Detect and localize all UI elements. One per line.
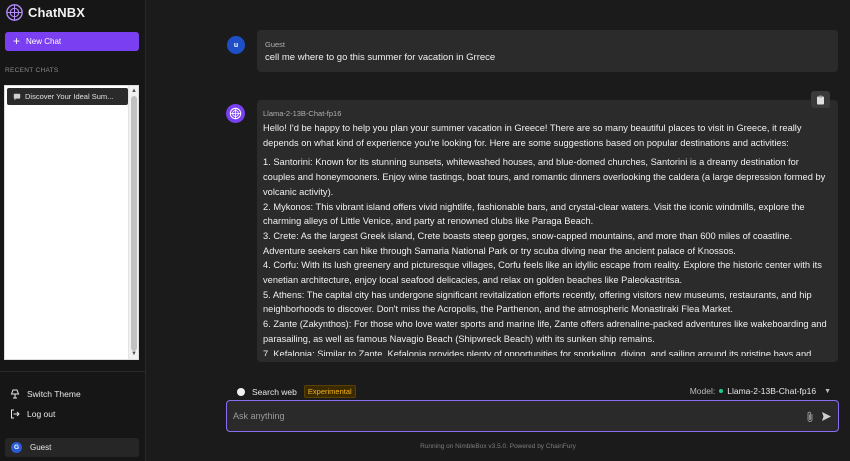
switch-theme-button[interactable]: Switch Theme bbox=[10, 389, 81, 399]
user-name: Guest bbox=[30, 443, 52, 452]
chat-bubble-icon bbox=[13, 93, 21, 100]
chat-area: u Guest cell me where to go this summer … bbox=[146, 0, 850, 461]
logout-label: Log out bbox=[27, 409, 56, 419]
avatar: G bbox=[11, 442, 22, 453]
new-chat-button[interactable]: + New Chat bbox=[5, 32, 139, 51]
toggle-switch[interactable] bbox=[237, 387, 245, 396]
logout-button[interactable]: Log out bbox=[10, 409, 55, 419]
list-item: 1. Santorini: Known for its stunning sun… bbox=[263, 157, 826, 197]
list-item: 2. Mykonos: This vibrant island offers v… bbox=[263, 201, 805, 227]
list-item: 6. Zante (Zakynthos): For those who love… bbox=[263, 319, 827, 344]
user-avatar: u bbox=[227, 36, 245, 54]
list-item: 4. Corfu: With its lush greenery and pic… bbox=[263, 260, 822, 286]
message-composer bbox=[226, 400, 839, 432]
experimental-badge: Experimental bbox=[303, 385, 356, 398]
list-item: 7. Kefalonia: Similar to Zante, Kefaloni… bbox=[263, 348, 812, 356]
user-message: Guest cell me where to go this summer fo… bbox=[257, 30, 838, 72]
model-name: Llama-2-13B-Chat-fp16 bbox=[727, 386, 817, 396]
status-dot-icon bbox=[719, 389, 724, 393]
user-sender-name: Guest bbox=[265, 40, 286, 49]
bot-message-text: Hello! I'd be happy to help you plan you… bbox=[263, 121, 828, 356]
bot-sender-name: Llama-2-13B-Chat-fp16 bbox=[263, 109, 342, 118]
app-name: ChatNBX bbox=[28, 5, 86, 20]
switch-theme-label: Switch Theme bbox=[27, 389, 81, 399]
message-input[interactable] bbox=[233, 407, 803, 425]
recent-chat-item[interactable]: Discover Your Ideal Sum... bbox=[7, 88, 128, 105]
copy-button[interactable] bbox=[811, 91, 830, 108]
recent-chats-heading: RECENT CHATS bbox=[5, 67, 59, 74]
user-profile[interactable]: G Guest bbox=[5, 438, 139, 457]
bot-intro: Hello! I'd be happy to help you plan you… bbox=[263, 123, 802, 148]
clipboard-icon bbox=[817, 95, 824, 104]
sidebar-divider bbox=[0, 371, 146, 372]
send-icon[interactable] bbox=[821, 411, 832, 422]
logout-icon bbox=[11, 409, 20, 419]
list-item: 5. Athens: The capital city has undergon… bbox=[263, 289, 812, 315]
sidebar: ChatNBX + New Chat RECENT CHATS Discover… bbox=[0, 0, 146, 461]
paperclip-icon[interactable] bbox=[805, 411, 815, 423]
new-chat-label: New Chat bbox=[26, 37, 62, 46]
list-item: 3. Crete: As the largest Greek island, C… bbox=[263, 230, 793, 256]
recent-chats-list[interactable]: Discover Your Ideal Sum... ▲ ▼ bbox=[4, 85, 139, 360]
scroll-down-arrow-icon[interactable]: ▼ bbox=[130, 350, 138, 358]
search-web-label: Search web bbox=[252, 386, 297, 397]
lamp-icon bbox=[10, 389, 20, 399]
chevron-down-icon: ▼ bbox=[824, 387, 831, 395]
model-label: Model: bbox=[689, 386, 716, 396]
scrollbar-thumb[interactable] bbox=[131, 96, 137, 351]
scroll-up-arrow-icon[interactable]: ▲ bbox=[130, 87, 138, 95]
chatnbx-logo-icon bbox=[6, 4, 23, 21]
recent-chat-title: Discover Your Ideal Sum... bbox=[25, 92, 114, 101]
chatnbx-logo-icon bbox=[229, 107, 242, 120]
recent-chats-scrollbar[interactable]: ▲ ▼ bbox=[128, 86, 138, 359]
footer-credits: Running on NimbleBox v3.5.0. Powered by … bbox=[420, 443, 576, 450]
plus-icon: + bbox=[13, 34, 21, 48]
search-web-toggle[interactable]: Search web Experimental bbox=[237, 385, 356, 398]
user-message-text: cell me where to go this summer for vaca… bbox=[265, 52, 496, 63]
bot-message: Llama-2-13B-Chat-fp16 Hello! I'd be happ… bbox=[257, 91, 838, 362]
bot-avatar bbox=[226, 104, 245, 123]
model-selector[interactable]: Model: Llama-2-13B-Chat-fp16 ▼ bbox=[690, 386, 831, 396]
brand[interactable]: ChatNBX bbox=[6, 4, 85, 21]
